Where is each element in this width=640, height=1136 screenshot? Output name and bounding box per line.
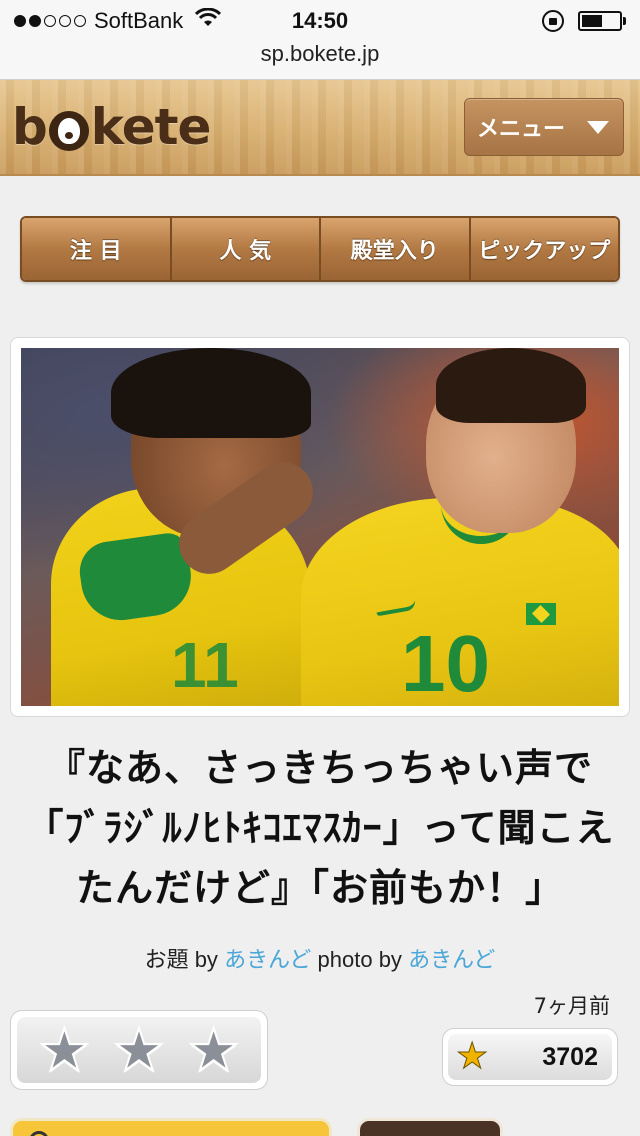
star-icon: ★ (455, 1036, 489, 1077)
chevron-down-icon (587, 120, 609, 134)
site-header: b kete メニュー (0, 80, 640, 176)
browser-chrome: SoftBank 14:50 sp.bokete.jp (0, 0, 640, 80)
post-credit: お題 by あきんど photo by あきんど (0, 942, 640, 974)
battery-icon (578, 11, 626, 31)
star-icon[interactable]: ★ (112, 1020, 166, 1080)
status-bar: SoftBank (0, 0, 640, 42)
rating-control: ★ ★ ★ (10, 1010, 268, 1090)
tab-featured[interactable]: 注 目 (22, 218, 172, 280)
wifi-icon (195, 7, 222, 34)
star-icon[interactable]: ★ (187, 1020, 241, 1080)
star-icon[interactable]: ★ (37, 1020, 91, 1080)
score-value: 3702 (542, 1042, 598, 1071)
site-logo[interactable]: b kete (12, 98, 211, 156)
tab-pickup[interactable]: ピックアップ (470, 218, 618, 280)
odai-prefix: お題 by (144, 947, 218, 972)
score-badge: ★ 3702 (442, 1028, 618, 1086)
odai-author-link[interactable]: あきんど (224, 947, 311, 972)
rotation-lock-icon (542, 10, 564, 32)
photo-card: 11 10 (10, 337, 630, 717)
category-tabs: 注 目 人 気 殿堂入り ピックアップ (20, 216, 620, 282)
share-button[interactable] (10, 1118, 332, 1136)
tab-popular[interactable]: 人 気 (171, 218, 321, 280)
carrier-name: SoftBank (94, 8, 184, 33)
photo-author-link[interactable]: あきんど (408, 947, 495, 972)
next-button[interactable] (357, 1118, 503, 1136)
flag-badge (526, 603, 556, 625)
logo-face-icon (48, 111, 89, 151)
post-photo[interactable]: 11 10 (21, 348, 619, 706)
address-bar[interactable]: sp.bokete.jp (0, 42, 640, 66)
menu-button[interactable]: メニュー (464, 98, 624, 156)
photo-prefix: photo by (317, 947, 402, 972)
menu-button-label: メニュー (477, 117, 566, 142)
post-caption: 『なあ、さっきちっちゃい声で「ﾌﾞﾗｼﾞﾙﾉﾋﾄｷｺｴﾏｽｶｰ」って聞こえたんだ… (25, 746, 615, 910)
tab-hall-of-fame[interactable]: 殿堂入り (321, 218, 471, 280)
signal-strength-icon (14, 15, 86, 27)
post-time-ago: 7ヶ月前 (533, 994, 610, 1018)
